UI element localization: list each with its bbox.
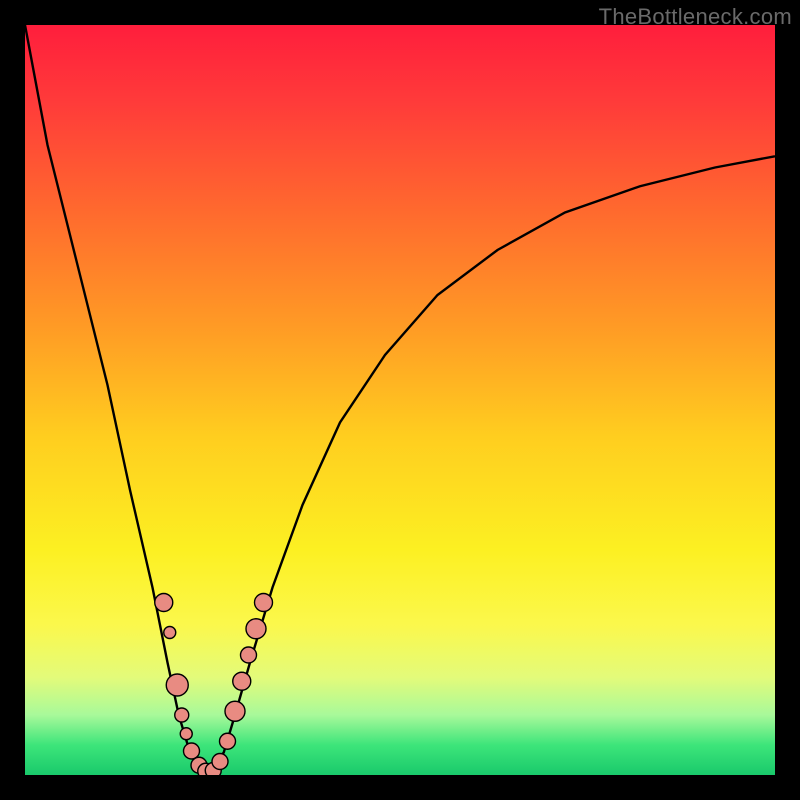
- curve-marker: [184, 743, 200, 759]
- curve-marker: [166, 674, 188, 696]
- curve-marker: [233, 672, 251, 690]
- curve-marker: [164, 627, 176, 639]
- chart-plot-area: [25, 25, 775, 775]
- curve-marker: [175, 708, 189, 722]
- curve-path: [25, 25, 775, 775]
- curve-marker: [255, 594, 273, 612]
- curve-marker: [155, 594, 173, 612]
- curve-marker: [212, 754, 228, 770]
- curve-markers-group: [155, 594, 273, 776]
- curve-marker: [246, 619, 266, 639]
- curve-marker: [241, 647, 257, 663]
- curve-marker: [225, 701, 245, 721]
- bottleneck-curve-svg: [25, 25, 775, 775]
- curve-marker: [180, 728, 192, 740]
- curve-path-group: [25, 25, 775, 775]
- watermark-label: TheBottleneck.com: [599, 4, 792, 30]
- curve-marker: [220, 733, 236, 749]
